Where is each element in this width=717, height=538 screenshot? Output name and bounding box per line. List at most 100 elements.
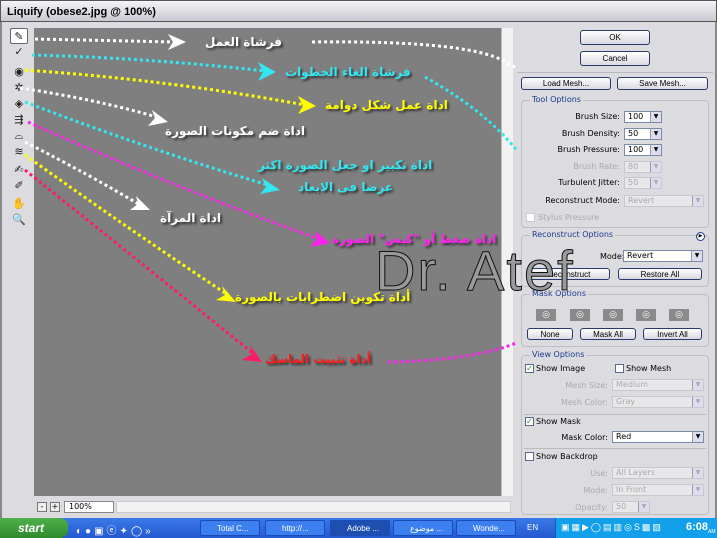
language-indicator[interactable]: EN: [527, 523, 538, 532]
restore-all-button[interactable]: Restore All: [618, 268, 702, 280]
ok-button[interactable]: OK: [580, 30, 650, 45]
menu-arrow-icon[interactable]: ▶: [696, 232, 705, 241]
brush-rate-input: 80 ▼: [624, 161, 662, 173]
quick-launch[interactable]: ◐●▣ⓔ✦◯»: [76, 522, 154, 537]
arrow-line-cyan-1: [31, 53, 266, 73]
chevron-down-icon[interactable]: ▼: [650, 129, 661, 139]
brush-pressure-input[interactable]: 100 ▼: [624, 144, 662, 156]
mask-color-value: Red: [616, 432, 632, 441]
mesh-color-select: Gray ▼: [612, 396, 704, 408]
brush-density-value: 50: [628, 129, 639, 138]
arrowhead-white-3: [130, 196, 150, 210]
chevron-down-icon[interactable]: ▼: [650, 112, 661, 122]
brush-size-input[interactable]: 100 ▼: [624, 111, 662, 123]
taskbar-item[interactable]: Adobe ...: [330, 520, 390, 536]
browser-icon[interactable]: ◐: [76, 526, 85, 537]
mask-subtract-icon[interactable]: ◎: [603, 309, 623, 321]
chevron-down-icon[interactable]: ▼: [650, 145, 661, 155]
chevron-down-icon[interactable]: ▼: [692, 432, 703, 442]
none-button[interactable]: None: [527, 328, 573, 340]
chevron-down-icon[interactable]: ▼: [691, 251, 702, 261]
mode-label: Mode:: [600, 252, 625, 261]
divider: [524, 414, 706, 415]
arrow-line-red-1: [24, 168, 256, 357]
mask-all-button[interactable]: Mask All: [580, 328, 636, 340]
brush-density-input[interactable]: 50 ▼: [624, 128, 662, 140]
tool-options-title: Tool Options: [530, 95, 583, 104]
show-mesh-checkbox[interactable]: [615, 364, 624, 373]
chevron-down-icon: ▼: [692, 468, 703, 478]
zoom-out-button[interactable]: -: [37, 502, 47, 512]
use-value: All Layers: [616, 468, 655, 477]
annotation-bloat-1: اداة تكبير او جعل الصورة اكثر: [258, 158, 433, 172]
messenger-icon[interactable]: ✦: [120, 526, 131, 537]
show-image-label: Show Image: [536, 364, 586, 373]
taskbar-item-label: Total C...: [217, 524, 249, 533]
taskbar-item[interactable]: موضوع ...: [393, 520, 453, 536]
reconstruct-mode-dropdown[interactable]: Revert ▼: [623, 250, 703, 262]
annotation-reconstruct: فرشاة الغاء الخطوات: [285, 65, 411, 79]
arrowhead-magenta-1: [310, 231, 330, 247]
mask-color-select[interactable]: Red ▼: [612, 431, 704, 443]
mesh-size-select: Medium ▼: [612, 379, 704, 391]
taskbar-item-label: موضوع ...: [410, 524, 444, 533]
load-mesh-button[interactable]: Load Mesh...: [521, 77, 611, 90]
reconstruct-mode-select: Revert ▼: [624, 195, 704, 207]
brush-pressure-label: Brush Pressure:: [557, 145, 620, 154]
cancel-button[interactable]: Cancel: [580, 51, 650, 66]
start-button[interactable]: start: [0, 518, 68, 538]
mask-add-icon[interactable]: ◎: [570, 309, 590, 321]
system-tray: ▣▦▶◯▤▥◎S▩▧ 6:08 AM: [555, 518, 717, 538]
view-options-title: View Options: [530, 350, 587, 359]
mask-replace-icon[interactable]: ◎: [536, 309, 556, 321]
more-chevron-icon[interactable]: »: [145, 526, 154, 537]
save-mesh-button[interactable]: Save Mesh...: [617, 77, 708, 90]
tool-options-group: Tool Options Brush Size: 100 ▼ Brush Dens…: [521, 95, 709, 228]
use-select: All Layers ▼: [612, 467, 704, 479]
bottom-bar: - + 100%: [34, 498, 513, 516]
ie-icon[interactable]: ⓔ: [107, 526, 120, 537]
stylus-pressure-checkbox: [526, 213, 535, 222]
brush-rate-value: 80: [628, 162, 639, 171]
divider: [524, 448, 706, 449]
taskbar-item[interactable]: Total C...: [200, 520, 260, 536]
taskbar-item[interactable]: Wonde...: [456, 520, 516, 536]
tray-icons[interactable]: ▣▦▶◯▤▥◎S▩▧: [561, 522, 663, 533]
firefox-icon[interactable]: ●: [85, 526, 94, 537]
annotation-forward-warp: فرشاة العمل: [205, 35, 283, 49]
clock-time: 6:08: [686, 521, 709, 533]
horizontal-scrollbar[interactable]: [116, 501, 511, 513]
opera-icon[interactable]: ◯: [131, 526, 145, 537]
mode-value: Revert: [627, 251, 654, 260]
mask-intersect-icon[interactable]: ◎: [636, 309, 656, 321]
arrowhead-cyan-2: [260, 178, 280, 194]
chevron-down-icon: ▼: [650, 162, 661, 172]
arrowhead-white-1: [168, 34, 186, 50]
save-icon[interactable]: ▣: [94, 526, 106, 537]
zoom-in-button[interactable]: +: [50, 502, 60, 512]
invert-all-button[interactable]: Invert All: [643, 328, 702, 340]
show-image-checkbox[interactable]: ✓: [525, 364, 534, 373]
show-mask-label: Show Mask: [536, 417, 581, 426]
taskbar-item[interactable]: http://...: [265, 520, 325, 536]
mask-color-label: Mask Color:: [561, 433, 608, 442]
brush-size-value: 100: [628, 112, 644, 121]
mesh-color-label: Mesh Color:: [560, 398, 608, 407]
reconstruct-mode-value: Revert: [628, 196, 655, 205]
show-backdrop-label: Show Backdrop: [536, 452, 598, 461]
use-label: Use:: [590, 469, 608, 478]
mode-label: Mode:: [583, 486, 609, 495]
view-options-group: View Options ✓ Show Image Show Mesh Mesh…: [521, 350, 709, 515]
chevron-down-icon: ▼: [692, 380, 703, 390]
taskbar-item-label: Adobe ...: [347, 524, 380, 533]
divider: [517, 72, 713, 73]
annotation-freeze-mask: أداة تثبيت الماسك: [265, 352, 371, 366]
opacity-value: 50: [616, 502, 627, 511]
mask-invert-icon[interactable]: ◎: [669, 309, 689, 321]
zoom-select[interactable]: 100%: [64, 501, 114, 513]
show-mask-checkbox[interactable]: ✓: [525, 417, 534, 426]
turbulent-jitter-label: Turbulent Jitter:: [558, 178, 620, 187]
taskbar: start ◐●▣ⓔ✦◯» Total C... http://... Adobe …: [0, 518, 717, 538]
brush-density-label: Brush Density:: [561, 129, 620, 138]
show-backdrop-checkbox[interactable]: [525, 452, 534, 461]
